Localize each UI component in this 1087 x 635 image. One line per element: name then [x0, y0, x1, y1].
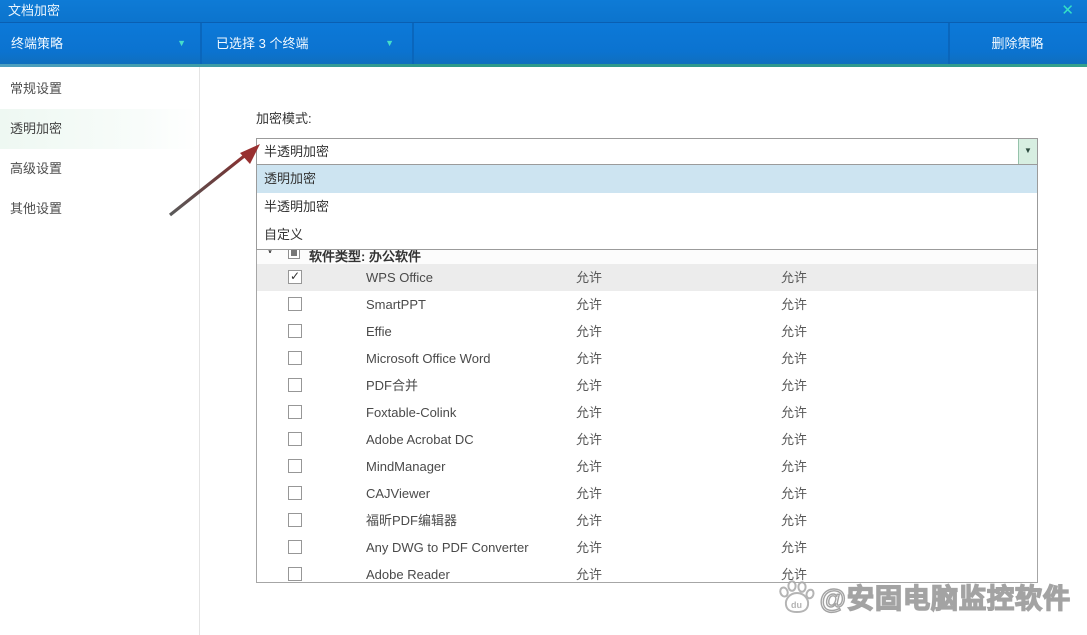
- paw-icon-du-label: du: [791, 600, 802, 610]
- delete-policy-button[interactable]: 删除策略: [948, 23, 1087, 65]
- row-checkbox[interactable]: [288, 351, 302, 365]
- software-name: SmartPPT: [366, 297, 426, 312]
- table-row[interactable]: Foxtable-Colink 允许 允许: [257, 399, 1037, 426]
- table-row[interactable]: PDF合并 允许 允许: [257, 372, 1037, 399]
- table-row[interactable]: 福昕PDF编辑器 允许 允许: [257, 507, 1037, 534]
- software-name: CAJViewer: [366, 486, 431, 501]
- sidebar-item-label: 高级设置: [10, 161, 63, 176]
- document-encryption-window: 文档加密 ✕ 终端策略 ▼ 已选择 3 个终端 ▼ 删除策略 常规设置 透明加密…: [0, 0, 1087, 635]
- encryption-mode-label: 加密模式:: [256, 111, 312, 126]
- software-name: Any DWG to PDF Converter: [366, 540, 529, 555]
- select-dropdown-button[interactable]: ▼: [1018, 139, 1037, 164]
- row-checkbox[interactable]: [288, 324, 302, 338]
- permission-value-2: 允许: [781, 405, 808, 420]
- software-name: Adobe Acrobat DC: [366, 432, 474, 447]
- table-row[interactable]: MindManager 允许 允许: [257, 453, 1037, 480]
- watermark-text: @安固电脑监控软件: [819, 583, 1071, 614]
- paw-icon: du: [778, 579, 815, 613]
- main-panel: 加密模式: 半透明加密 ▼ 透明加密 半透明加密 自定义 ∨ 软件类型: 办公软件 …: [200, 67, 1087, 635]
- sidebar-item[interactable]: 其他设置: [0, 189, 199, 229]
- permission-value-1: 允许: [576, 378, 603, 393]
- terminal-policy-dropdown[interactable]: 终端策略 ▼: [0, 23, 200, 65]
- software-name: Adobe Reader: [366, 567, 450, 582]
- terminal-policy-label: 终端策略: [11, 36, 64, 51]
- software-name: 福昕PDF编辑器: [366, 513, 458, 528]
- chevron-down-icon: ▼: [177, 38, 186, 48]
- selected-terminals-label: 已选择 3 个终端: [216, 36, 309, 51]
- table-row[interactable]: SmartPPT 允许 允许: [257, 291, 1037, 318]
- software-name: PDF合并: [366, 378, 419, 393]
- permission-value-1: 允许: [576, 513, 603, 528]
- sidebar-item-label: 透明加密: [10, 121, 63, 136]
- permission-value-2: 允许: [781, 270, 808, 285]
- encryption-mode-dropdown-list: 透明加密 半透明加密 自定义: [256, 165, 1038, 250]
- row-checkbox[interactable]: [288, 513, 302, 527]
- software-name: Foxtable-Colink: [366, 405, 457, 420]
- sidebar-item[interactable]: 常规设置: [0, 69, 199, 109]
- sidebar-item[interactable]: 透明加密: [0, 109, 199, 149]
- software-name: MindManager: [366, 459, 446, 474]
- row-checkbox[interactable]: [288, 405, 302, 419]
- software-rows: WPS Office 允许 允许 SmartPPT 允许 允许 Effie 允许…: [257, 264, 1037, 582]
- permission-value-1: 允许: [576, 270, 603, 285]
- toolbar-divider: [412, 23, 414, 65]
- dropdown-option[interactable]: 自定义: [257, 221, 1037, 249]
- permission-value-2: 允许: [781, 513, 808, 528]
- toolbar: 终端策略 ▼ 已选择 3 个终端 ▼ 删除策略: [0, 22, 1087, 67]
- software-name: Microsoft Office Word: [366, 351, 491, 366]
- permission-value-1: 允许: [576, 351, 603, 366]
- row-checkbox[interactable]: [288, 540, 302, 554]
- permission-value-1: 允许: [576, 432, 603, 447]
- permission-value-2: 允许: [781, 540, 808, 555]
- permission-value-2: 允许: [781, 459, 808, 474]
- table-row[interactable]: WPS Office 允许 允许: [257, 264, 1037, 291]
- sidebar-item-label: 其他设置: [10, 201, 63, 216]
- permission-value-2: 允许: [781, 297, 808, 312]
- row-checkbox[interactable]: [288, 486, 302, 500]
- sidebar-item-label: 常规设置: [10, 81, 63, 96]
- software-table: ∨ 软件类型: 办公软件 WPS Office 允许 允许 SmartPPT 允…: [256, 246, 1038, 583]
- table-row[interactable]: CAJViewer 允许 允许: [257, 480, 1037, 507]
- row-checkbox[interactable]: [288, 432, 302, 446]
- titlebar: 文档加密 ✕: [0, 0, 1087, 22]
- table-row[interactable]: Adobe Acrobat DC 允许 允许: [257, 426, 1037, 453]
- permission-value-2: 允许: [781, 432, 808, 447]
- chevron-down-icon: ▼: [1024, 146, 1032, 155]
- permission-value-1: 允许: [576, 459, 603, 474]
- sidebar: 常规设置 透明加密 高级设置 其他设置: [0, 67, 200, 635]
- table-row[interactable]: Microsoft Office Word 允许 允许: [257, 345, 1037, 372]
- encryption-mode-value: 半透明加密: [264, 144, 330, 159]
- permission-value-2: 允许: [781, 324, 808, 339]
- close-icon[interactable]: ✕: [1061, 0, 1074, 22]
- permission-value-1: 允许: [576, 297, 603, 312]
- chevron-down-icon: ▼: [385, 38, 394, 48]
- row-checkbox[interactable]: [288, 567, 302, 581]
- permission-value-2: 允许: [781, 351, 808, 366]
- permission-value-1: 允许: [576, 567, 603, 582]
- table-row[interactable]: Effie 允许 允许: [257, 318, 1037, 345]
- watermark: du @安固电脑监控软件: [777, 577, 1071, 616]
- dropdown-option[interactable]: 半透明加密: [257, 193, 1037, 221]
- selected-terminals-dropdown[interactable]: 已选择 3 个终端 ▼: [202, 23, 412, 65]
- permission-value-1: 允许: [576, 405, 603, 420]
- row-checkbox[interactable]: [288, 459, 302, 473]
- software-name: WPS Office: [366, 270, 433, 285]
- software-name: Effie: [366, 324, 392, 339]
- dropdown-option[interactable]: 透明加密: [257, 165, 1037, 193]
- encryption-mode-select[interactable]: 半透明加密 ▼: [256, 138, 1038, 165]
- permission-value-2: 允许: [781, 378, 808, 393]
- row-checkbox[interactable]: [288, 269, 302, 284]
- permission-value-2: 允许: [781, 486, 808, 501]
- permission-value-1: 允许: [576, 486, 603, 501]
- row-checkbox[interactable]: [288, 378, 302, 392]
- sidebar-item[interactable]: 高级设置: [0, 149, 199, 189]
- permission-value-1: 允许: [576, 540, 603, 555]
- row-checkbox[interactable]: [288, 297, 302, 311]
- permission-value-1: 允许: [576, 324, 603, 339]
- table-row[interactable]: Any DWG to PDF Converter 允许 允许: [257, 534, 1037, 561]
- window-title: 文档加密: [8, 3, 61, 18]
